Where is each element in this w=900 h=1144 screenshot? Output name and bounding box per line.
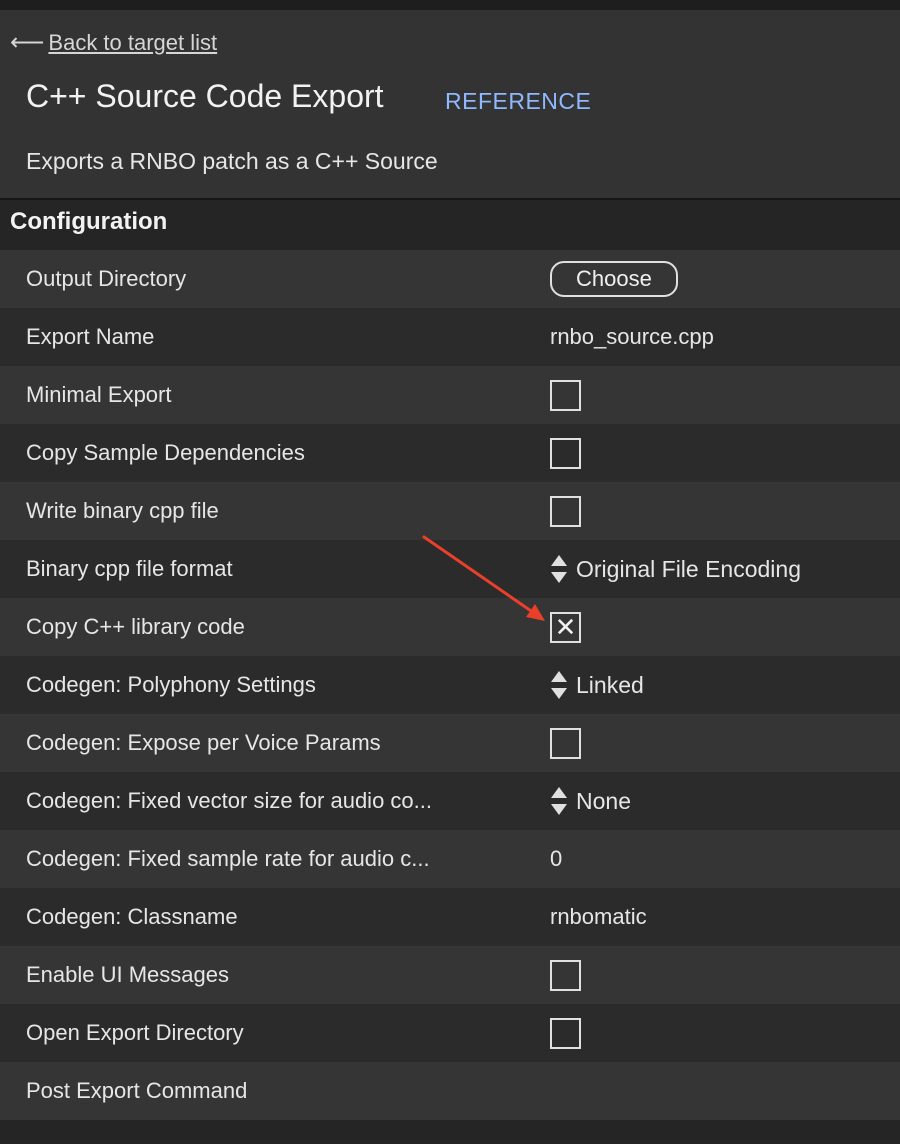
select-value: None xyxy=(576,787,631,814)
row-label: Binary cpp file format xyxy=(26,556,233,581)
row-label: Copy Sample Dependencies xyxy=(26,440,305,465)
up-down-chevron-icon xyxy=(551,671,567,699)
export-name-field[interactable]: rnbo_source.cpp xyxy=(550,324,714,350)
row-label: Export Name xyxy=(26,324,155,349)
write-binary-cpp-checkbox[interactable] xyxy=(550,495,581,527)
row-label: Codegen: Expose per Voice Params xyxy=(26,730,381,755)
divider xyxy=(0,198,900,200)
section-title: Configuration xyxy=(10,208,168,235)
config-row-write-binary-cpp: Write binary cpp file xyxy=(0,482,900,540)
row-label: Codegen: Fixed sample rate for audio c..… xyxy=(26,846,430,871)
row-label: Output Directory xyxy=(26,266,187,291)
row-label: Codegen: Classname xyxy=(26,904,238,929)
row-label: Codegen: Fixed vector size for audio co.… xyxy=(26,788,432,813)
top-strip xyxy=(0,0,900,10)
config-row-export-name: Export Name rnbo_source.cpp xyxy=(0,308,900,366)
config-row-post-export-command: Post Export Command xyxy=(0,1062,900,1120)
check-x-icon: ✕ xyxy=(554,612,577,642)
expose-voice-params-checkbox[interactable] xyxy=(550,727,581,759)
config-row-fixed-sample-rate: Codegen: Fixed sample rate for audio c..… xyxy=(0,830,900,888)
config-row-fixed-vector-size: Codegen: Fixed vector size for audio co.… xyxy=(0,772,900,830)
arrow-left-icon: ⟵ xyxy=(10,29,45,56)
config-row-polyphony-settings: Codegen: Polyphony Settings Linked xyxy=(0,656,900,714)
row-label: Copy C++ library code xyxy=(26,614,245,639)
copy-cpp-library-checkbox[interactable]: ✕ xyxy=(550,611,581,643)
polyphony-settings-select[interactable]: Linked xyxy=(550,669,644,701)
config-row-binary-cpp-format: Binary cpp file format Original File Enc… xyxy=(0,540,900,598)
header: ⟵ Back to target list C++ Source Code Ex… xyxy=(0,10,900,198)
row-label: Codegen: Polyphony Settings xyxy=(26,672,316,697)
minimal-export-checkbox[interactable] xyxy=(550,379,581,411)
binary-cpp-format-select[interactable]: Original File Encoding xyxy=(550,553,801,585)
row-label: Enable UI Messages xyxy=(26,962,229,987)
fixed-vector-size-select[interactable]: None xyxy=(550,785,631,817)
classname-field[interactable]: rnbomatic xyxy=(550,904,647,930)
back-link-label: Back to target list xyxy=(48,30,218,55)
back-to-target-list-link[interactable]: ⟵ Back to target list xyxy=(10,30,217,56)
row-label: Minimal Export xyxy=(26,382,172,407)
choose-directory-button[interactable]: Choose xyxy=(550,261,678,297)
page-title: C++ Source Code Export xyxy=(26,78,384,114)
config-row-classname: Codegen: Classname rnbomatic xyxy=(0,888,900,946)
config-row-output-directory: Output Directory Choose xyxy=(0,250,900,308)
row-label: Open Export Directory xyxy=(26,1020,244,1045)
copy-sample-dependencies-checkbox[interactable] xyxy=(550,437,581,469)
select-value: Original File Encoding xyxy=(576,555,802,582)
open-export-directory-checkbox[interactable] xyxy=(550,1017,581,1049)
enable-ui-messages-checkbox[interactable] xyxy=(550,959,581,991)
config-row-expose-voice-params: Codegen: Expose per Voice Params xyxy=(0,714,900,772)
config-row-enable-ui-messages: Enable UI Messages xyxy=(0,946,900,1004)
config-table: Output Directory Choose Export Name rnbo… xyxy=(0,250,900,1120)
config-row-minimal-export: Minimal Export xyxy=(0,366,900,424)
up-down-chevron-icon xyxy=(551,787,567,815)
page-description: Exports a RNBO patch as a C++ Source xyxy=(26,148,438,174)
select-value: Linked xyxy=(576,671,644,698)
reference-link[interactable]: REFERENCE xyxy=(445,88,591,115)
fixed-sample-rate-field[interactable]: 0 xyxy=(550,846,562,872)
row-label: Write binary cpp file xyxy=(26,498,219,523)
config-row-copy-cpp-library: Copy C++ library code ✕ xyxy=(0,598,900,656)
row-label: Post Export Command xyxy=(26,1078,248,1103)
config-row-open-export-directory: Open Export Directory xyxy=(0,1004,900,1062)
up-down-chevron-icon xyxy=(551,555,567,583)
config-row-copy-sample-dependencies: Copy Sample Dependencies xyxy=(0,424,900,482)
